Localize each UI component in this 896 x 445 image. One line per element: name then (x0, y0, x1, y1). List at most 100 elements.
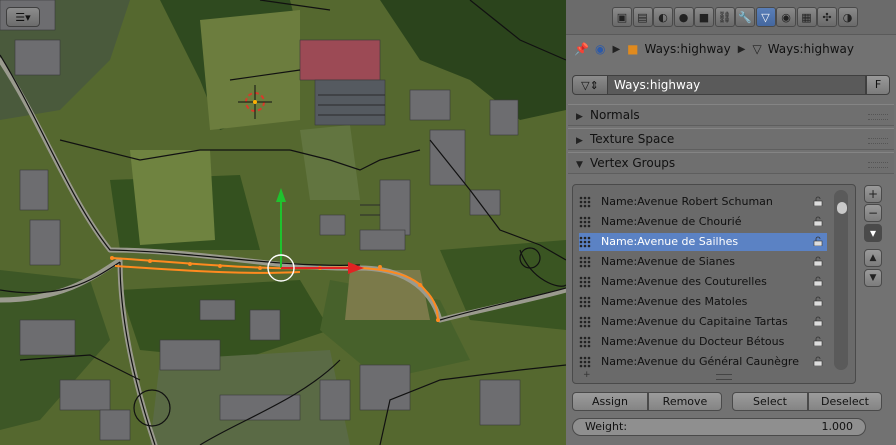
vertex-group-icon (579, 276, 591, 288)
lock-icon[interactable] (813, 216, 823, 226)
particles-tab[interactable]: ✣ (817, 7, 837, 27)
move-up-button[interactable]: ▲ (864, 249, 882, 267)
list-resize-handle[interactable] (716, 374, 732, 380)
editor-type-button[interactable]: ☰▾ (6, 7, 40, 27)
breadcrumb: 📌 ◉ ▶ ■ Ways:highway ▶ ▽ Ways:highway (566, 36, 896, 62)
mesh-browse-button[interactable]: ▽⇕ (572, 75, 608, 95)
modifiers-tab[interactable]: 🔧 (735, 7, 755, 27)
assign-button[interactable]: Assign (572, 392, 648, 411)
vertex-group-name[interactable]: Name:Avenue de Sailhes (601, 233, 738, 251)
render-icon: ▣ (616, 10, 628, 24)
list-more-indicator: + (583, 370, 591, 380)
vertex-group-icon (579, 336, 591, 348)
data-tab[interactable]: ▽ (755, 7, 776, 27)
drag-grip-icon[interactable] (868, 162, 888, 168)
section-title: Normals (590, 108, 640, 122)
collapsed-triangle-icon: ▶ (576, 136, 583, 146)
constraints-icon: ⛓ (717, 10, 732, 24)
render-tab[interactable]: ▣ (612, 7, 632, 27)
lock-icon[interactable] (813, 356, 823, 366)
world-icon: ◉ (594, 42, 606, 56)
vertex-group-item[interactable]: Name:Avenue de Sianes (579, 253, 827, 271)
mesh-name-field[interactable]: Ways:highway (608, 75, 866, 95)
expanded-triangle-icon: ▼ (576, 160, 583, 170)
vertex-group-name[interactable]: Name:Avenue Robert Schuman (601, 193, 773, 211)
vertex-group-name[interactable]: Name:Avenue des Matoles (601, 293, 747, 311)
select-button[interactable]: Select (732, 392, 808, 411)
mesh-data-icon: ▽ (752, 42, 762, 56)
vertex-group-icon (579, 236, 591, 248)
scene-tab[interactable]: ◐ (653, 7, 673, 27)
object-icon: ■ (627, 42, 639, 56)
vertex-group-name[interactable]: Name:Avenue du Docteur Bétous (601, 333, 784, 351)
deselect-button[interactable]: Deselect (808, 392, 882, 411)
world-icon: ● (678, 10, 689, 24)
lock-icon[interactable] (813, 316, 823, 326)
list-scrollbar-thumb[interactable] (837, 202, 847, 214)
vertex-group-name[interactable]: Name:Avenue de Chourié (601, 213, 741, 231)
list-scrollbar[interactable] (834, 190, 848, 370)
material-tab[interactable]: ◉ (776, 7, 796, 27)
lock-icon[interactable] (813, 196, 823, 206)
modifiers-icon: 🔧 (738, 10, 752, 24)
texture-space-section[interactable]: ▶ Texture Space (568, 128, 894, 150)
remove-button[interactable]: Remove (648, 392, 722, 411)
vertex-group-list[interactable]: Name:Avenue Robert Schuman Name:Avenue de… (572, 184, 856, 384)
move-down-button[interactable]: ▼ (864, 269, 882, 287)
editor-type-icon: ☰▾ (15, 10, 31, 24)
vertex-group-icon (579, 216, 591, 228)
data-icon: ▽ (761, 10, 770, 24)
lock-icon[interactable] (813, 276, 823, 286)
vertex-group-specials-menu[interactable]: ▾ (864, 224, 882, 242)
physics-icon: ◑ (842, 10, 853, 24)
drag-grip-icon[interactable] (868, 138, 888, 144)
vertex-group-name[interactable]: Name:Avenue de Sianes (601, 253, 735, 271)
weight-value: 1.000 (821, 420, 854, 433)
lock-icon[interactable] (813, 236, 823, 246)
fake-user-button[interactable]: F (866, 75, 890, 95)
drag-grip-icon[interactable] (868, 114, 888, 120)
texture-icon: ▦ (801, 10, 812, 24)
vertex-group-icon (579, 196, 591, 208)
particles-icon: ✣ (822, 10, 832, 24)
breadcrumb-object[interactable]: Ways:highway (644, 42, 730, 56)
vertex-groups-section[interactable]: ▼ Vertex Groups (568, 152, 894, 174)
object-icon: ■ (698, 10, 710, 24)
weight-slider[interactable]: Weight: 1.000 (572, 418, 866, 436)
remove-vertex-group-button[interactable]: − (864, 204, 882, 222)
add-vertex-group-button[interactable]: + (864, 185, 882, 203)
lock-icon[interactable] (813, 296, 823, 306)
3d-cursor-icon[interactable] (238, 85, 272, 119)
object-tab[interactable]: ■ (694, 7, 714, 27)
section-title: Vertex Groups (590, 156, 676, 170)
vertex-group-item[interactable]: Name:Avenue de Chourié (579, 213, 827, 231)
chevron-right-icon: ▶ (737, 43, 746, 55)
vertex-group-icon (579, 316, 591, 328)
vertex-group-item[interactable]: Name:Avenue de Sailhes (579, 233, 827, 251)
transform-gizmo-icon[interactable] (262, 184, 372, 294)
vertex-group-item[interactable]: Name:Avenue des Matoles (579, 293, 827, 311)
vertex-group-name[interactable]: Name:Avenue des Couturelles (601, 273, 767, 291)
weight-label: Weight: (585, 420, 628, 433)
vertex-group-item[interactable]: Name:Avenue Robert Schuman (579, 193, 827, 211)
vertex-group-icon (579, 296, 591, 308)
vertex-group-item[interactable]: Name:Avenue des Couturelles (579, 273, 827, 291)
vertex-group-item[interactable]: Name:Avenue du Docteur Bétous (579, 333, 827, 351)
vertex-group-item[interactable]: Name:Avenue du Capitaine Tartas (579, 313, 827, 331)
pin-icon[interactable]: 📌 (574, 42, 589, 56)
texture-tab[interactable]: ▦ (796, 7, 817, 27)
render-layers-tab[interactable]: ▤ (632, 7, 653, 27)
chevron-right-icon: ▶ (612, 43, 621, 55)
vertex-group-item[interactable]: Name:Avenue du Général Caunègre (579, 353, 827, 371)
constraints-tab[interactable]: ⛓ (714, 7, 735, 27)
lock-icon[interactable] (813, 256, 823, 266)
vertex-group-name[interactable]: Name:Avenue du Général Caunègre (601, 353, 799, 371)
breadcrumb-mesh[interactable]: Ways:highway (768, 42, 854, 56)
physics-tab[interactable]: ◑ (837, 7, 858, 27)
lock-icon[interactable] (813, 336, 823, 346)
world-tab[interactable]: ● (673, 7, 694, 27)
material-icon: ◉ (781, 10, 791, 24)
3d-viewport[interactable] (0, 0, 566, 445)
normals-section[interactable]: ▶ Normals (568, 104, 894, 126)
vertex-group-name[interactable]: Name:Avenue du Capitaine Tartas (601, 313, 788, 331)
